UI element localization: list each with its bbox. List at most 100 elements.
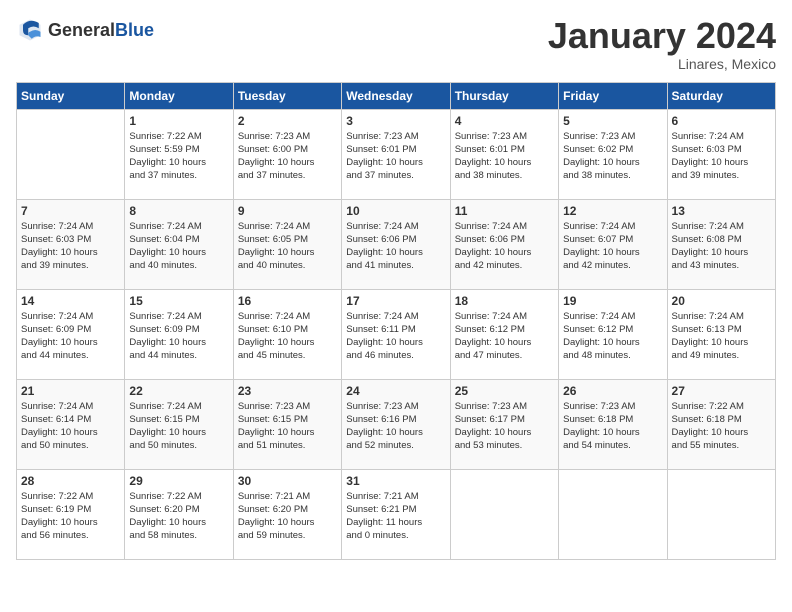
day-number: 31 <box>346 474 445 488</box>
logo-blue: Blue <box>115 20 154 40</box>
day-number: 27 <box>672 384 771 398</box>
col-monday: Monday <box>125 82 233 109</box>
day-info: Sunrise: 7:24 AM Sunset: 6:12 PM Dayligh… <box>455 310 554 363</box>
calendar-cell: 31 Sunrise: 7:21 AM Sunset: 6:21 PM Dayli… <box>342 469 450 559</box>
day-number: 22 <box>129 384 228 398</box>
calendar-cell: 17 Sunrise: 7:24 AM Sunset: 6:11 PM Dayli… <box>342 289 450 379</box>
day-info: Sunrise: 7:24 AM Sunset: 6:13 PM Dayligh… <box>672 310 771 363</box>
day-info: Sunrise: 7:24 AM Sunset: 6:03 PM Dayligh… <box>21 220 120 273</box>
calendar-cell: 3Sunrise: 7:23 AM Sunset: 6:01 PM Daylig… <box>342 109 450 199</box>
day-info: Sunrise: 7:23 AM Sunset: 6:18 PM Dayligh… <box>563 400 662 453</box>
header-area: GeneralBlue January 2024 Linares, Mexico <box>16 16 776 72</box>
day-number: 23 <box>238 384 337 398</box>
calendar-cell: 29 Sunrise: 7:22 AM Sunset: 6:20 PM Dayli… <box>125 469 233 559</box>
day-info: Sunrise: 7:23 AM Sunset: 6:17 PM Dayligh… <box>455 400 554 453</box>
col-tuesday: Tuesday <box>233 82 341 109</box>
header-row: Sunday Monday Tuesday Wednesday Thursday… <box>17 82 776 109</box>
calendar-week-1: 1Sunrise: 7:22 AM Sunset: 5:59 PM Daylig… <box>17 109 776 199</box>
calendar-cell: 12 Sunrise: 7:24 AM Sunset: 6:07 PM Dayli… <box>559 199 667 289</box>
day-number: 8 <box>129 204 228 218</box>
day-info: Sunrise: 7:24 AM Sunset: 6:06 PM Dayligh… <box>346 220 445 273</box>
calendar-cell: 7 Sunrise: 7:24 AM Sunset: 6:03 PM Daylig… <box>17 199 125 289</box>
calendar-cell: 8 Sunrise: 7:24 AM Sunset: 6:04 PM Daylig… <box>125 199 233 289</box>
day-number: 12 <box>563 204 662 218</box>
calendar-week-2: 7 Sunrise: 7:24 AM Sunset: 6:03 PM Daylig… <box>17 199 776 289</box>
day-number: 13 <box>672 204 771 218</box>
calendar-cell: 24Sunrise: 7:23 AM Sunset: 6:16 PM Dayli… <box>342 379 450 469</box>
day-info: Sunrise: 7:22 AM Sunset: 6:19 PM Dayligh… <box>21 490 120 543</box>
day-number: 20 <box>672 294 771 308</box>
calendar-cell: 20 Sunrise: 7:24 AM Sunset: 6:13 PM Dayli… <box>667 289 775 379</box>
day-number: 25 <box>455 384 554 398</box>
calendar-cell: 1Sunrise: 7:22 AM Sunset: 5:59 PM Daylig… <box>125 109 233 199</box>
day-info: Sunrise: 7:24 AM Sunset: 6:08 PM Dayligh… <box>672 220 771 273</box>
calendar-cell <box>17 109 125 199</box>
logo-general: General <box>48 20 115 40</box>
calendar-cell <box>667 469 775 559</box>
day-info: Sunrise: 7:23 AM Sunset: 6:01 PM Dayligh… <box>455 130 554 183</box>
col-saturday: Saturday <box>667 82 775 109</box>
day-info: Sunrise: 7:23 AM Sunset: 6:16 PM Dayligh… <box>346 400 445 453</box>
day-info: Sunrise: 7:24 AM Sunset: 6:11 PM Dayligh… <box>346 310 445 363</box>
calendar-cell: 10 Sunrise: 7:24 AM Sunset: 6:06 PM Dayli… <box>342 199 450 289</box>
day-number: 3 <box>346 114 445 128</box>
calendar-cell: 19 Sunrise: 7:24 AM Sunset: 6:12 PM Dayli… <box>559 289 667 379</box>
day-info: Sunrise: 7:21 AM Sunset: 6:21 PM Dayligh… <box>346 490 445 543</box>
day-number: 10 <box>346 204 445 218</box>
calendar-cell: 30Sunrise: 7:21 AM Sunset: 6:20 PM Dayli… <box>233 469 341 559</box>
day-info: Sunrise: 7:24 AM Sunset: 6:09 PM Dayligh… <box>21 310 120 363</box>
day-number: 19 <box>563 294 662 308</box>
calendar-week-5: 28 Sunrise: 7:22 AM Sunset: 6:19 PM Dayli… <box>17 469 776 559</box>
day-info: Sunrise: 7:22 AM Sunset: 6:20 PM Dayligh… <box>129 490 228 543</box>
calendar-cell: 14 Sunrise: 7:24 AM Sunset: 6:09 PM Dayli… <box>17 289 125 379</box>
day-number: 30 <box>238 474 337 488</box>
day-info: Sunrise: 7:24 AM Sunset: 6:09 PM Dayligh… <box>129 310 228 363</box>
calendar-header: Sunday Monday Tuesday Wednesday Thursday… <box>17 82 776 109</box>
day-number: 29 <box>129 474 228 488</box>
calendar-cell: 23 Sunrise: 7:23 AM Sunset: 6:15 PM Dayli… <box>233 379 341 469</box>
day-number: 17 <box>346 294 445 308</box>
calendar-cell: 9 Sunrise: 7:24 AM Sunset: 6:05 PM Daylig… <box>233 199 341 289</box>
day-number: 28 <box>21 474 120 488</box>
day-info: Sunrise: 7:24 AM Sunset: 6:12 PM Dayligh… <box>563 310 662 363</box>
day-number: 11 <box>455 204 554 218</box>
title-area: January 2024 Linares, Mexico <box>548 16 776 72</box>
col-wednesday: Wednesday <box>342 82 450 109</box>
day-number: 2 <box>238 114 337 128</box>
day-info: Sunrise: 7:24 AM Sunset: 6:07 PM Dayligh… <box>563 220 662 273</box>
day-number: 16 <box>238 294 337 308</box>
calendar-cell: 16 Sunrise: 7:24 AM Sunset: 6:10 PM Dayli… <box>233 289 341 379</box>
day-info: Sunrise: 7:24 AM Sunset: 6:06 PM Dayligh… <box>455 220 554 273</box>
calendar-cell: 26 Sunrise: 7:23 AM Sunset: 6:18 PM Dayli… <box>559 379 667 469</box>
day-info: Sunrise: 7:24 AM Sunset: 6:04 PM Dayligh… <box>129 220 228 273</box>
calendar-cell <box>450 469 558 559</box>
calendar-cell: 27Sunrise: 7:22 AM Sunset: 6:18 PM Dayli… <box>667 379 775 469</box>
calendar-cell: 4 Sunrise: 7:23 AM Sunset: 6:01 PM Daylig… <box>450 109 558 199</box>
logo-icon <box>16 16 44 44</box>
day-number: 7 <box>21 204 120 218</box>
day-number: 14 <box>21 294 120 308</box>
logo-text: GeneralBlue <box>48 20 154 41</box>
calendar-cell: 2 Sunrise: 7:23 AM Sunset: 6:00 PM Daylig… <box>233 109 341 199</box>
calendar-cell: 21Sunrise: 7:24 AM Sunset: 6:14 PM Dayli… <box>17 379 125 469</box>
calendar-cell: 15Sunrise: 7:24 AM Sunset: 6:09 PM Dayli… <box>125 289 233 379</box>
day-number: 21 <box>21 384 120 398</box>
logo: GeneralBlue <box>16 16 154 44</box>
day-number: 26 <box>563 384 662 398</box>
calendar-cell <box>559 469 667 559</box>
day-info: Sunrise: 7:24 AM Sunset: 6:05 PM Dayligh… <box>238 220 337 273</box>
calendar-cell: 22 Sunrise: 7:24 AM Sunset: 6:15 PM Dayli… <box>125 379 233 469</box>
day-info: Sunrise: 7:24 AM Sunset: 6:15 PM Dayligh… <box>129 400 228 453</box>
col-thursday: Thursday <box>450 82 558 109</box>
calendar-cell: 6Sunrise: 7:24 AM Sunset: 6:03 PM Daylig… <box>667 109 775 199</box>
day-number: 1 <box>129 114 228 128</box>
calendar-cell: 18 Sunrise: 7:24 AM Sunset: 6:12 PM Dayli… <box>450 289 558 379</box>
day-number: 18 <box>455 294 554 308</box>
day-number: 9 <box>238 204 337 218</box>
day-info: Sunrise: 7:24 AM Sunset: 6:10 PM Dayligh… <box>238 310 337 363</box>
day-info: Sunrise: 7:23 AM Sunset: 6:15 PM Dayligh… <box>238 400 337 453</box>
day-info: Sunrise: 7:23 AM Sunset: 6:00 PM Dayligh… <box>238 130 337 183</box>
day-number: 4 <box>455 114 554 128</box>
month-title: January 2024 <box>548 16 776 56</box>
col-sunday: Sunday <box>17 82 125 109</box>
